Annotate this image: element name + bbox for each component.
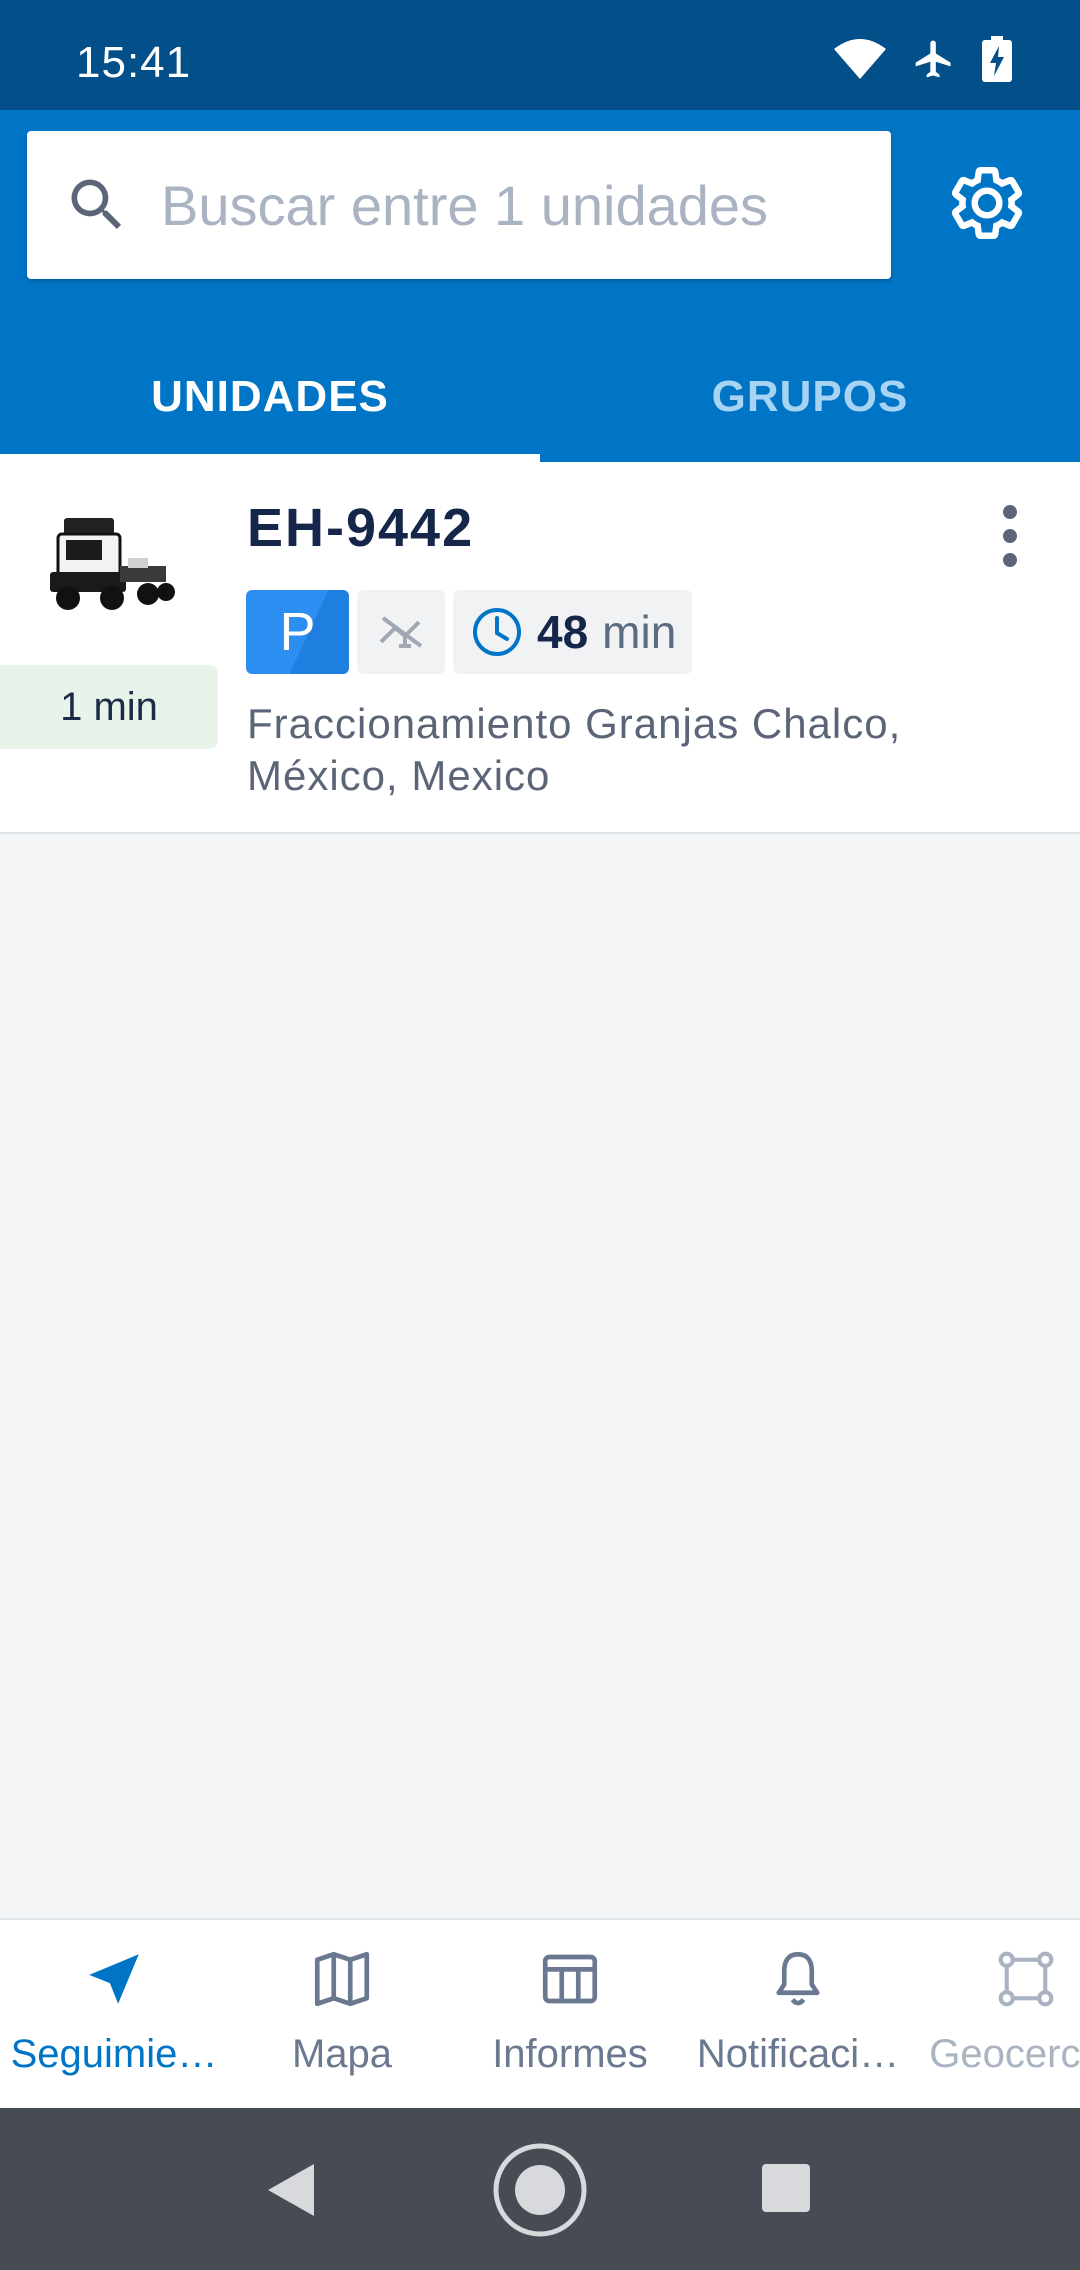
tabs: UNIDADES GRUPOS [0,332,1080,462]
nav-label: Informes [492,2032,648,2076]
unit-address: Fraccionamiento Granjas Chalco, México, … [247,700,902,799]
wifi-icon [834,39,886,79]
search-input[interactable] [161,157,861,253]
parking-status-badge: P [246,590,349,674]
unit-list-item[interactable]: 1 min EH-9442 P 48 min Fraccionamiento G… [0,462,1080,834]
nav-label: Notificaci… [696,2032,900,2076]
nav-item-seguimiento[interactable]: Seguimie… [0,1920,228,2108]
nav-item-mapa[interactable]: Mapa [228,1920,456,2108]
unit-menu-button[interactable] [990,500,1030,580]
tab-indicator [0,454,540,462]
duration-value: 48 [537,606,589,658]
tab-label: UNIDADES [151,372,389,421]
search-icon [71,179,122,230]
recents-icon[interactable] [760,2162,812,2214]
system-navigation-bar [0,2108,1080,2270]
last-update-text: 1 min [60,684,158,729]
clock-icon [473,608,521,656]
duration-chip: 48 min [453,590,693,674]
bell-icon [776,1951,820,2006]
duration-unit: min [602,606,677,658]
battery-charging-icon [982,36,1012,82]
tab-grupos[interactable]: GRUPOS [540,332,1080,462]
status-chips: P 48 min [246,590,693,674]
more-vertical-icon [1003,505,1017,567]
bottom-navigation: Seguimie… Mapa Informes Notificaci… Geoc… [0,1918,1080,2108]
nav-item-geocercas[interactable]: Geocercas [912,1920,1080,2108]
app-header: UNIDADES GRUPOS [0,110,1080,462]
status-time: 15:41 [76,38,192,87]
back-icon[interactable] [262,2160,318,2220]
truck-icon [44,510,176,620]
gear-icon [951,166,1023,240]
map-icon [314,1951,370,2007]
nav-label: Seguimie… [10,2032,218,2076]
no-connection-icon [357,590,445,674]
nav-item-notificaciones[interactable]: Notificaci… [684,1920,912,2108]
parking-status-text: P [279,602,316,662]
airplane-mode-icon [915,40,951,78]
last-update-badge: 1 min [0,665,218,749]
nav-item-informes[interactable]: Informes [456,1920,684,2108]
navigation-arrow-icon [89,1954,139,2004]
nav-label: Mapa [291,2032,393,2076]
geofence-icon [998,1951,1054,2007]
settings-button[interactable] [946,162,1028,244]
search-box[interactable] [27,131,891,279]
status-bar: 15:41 [0,0,1080,110]
nav-label: Geocercas [929,2032,1080,2076]
status-icons [834,36,1012,82]
table-icon [542,1954,598,2004]
home-icon[interactable] [492,2142,588,2238]
unit-name: EH-9442 [247,498,475,558]
tab-unidades[interactable]: UNIDADES [0,332,540,462]
tab-label: GRUPOS [711,372,909,421]
